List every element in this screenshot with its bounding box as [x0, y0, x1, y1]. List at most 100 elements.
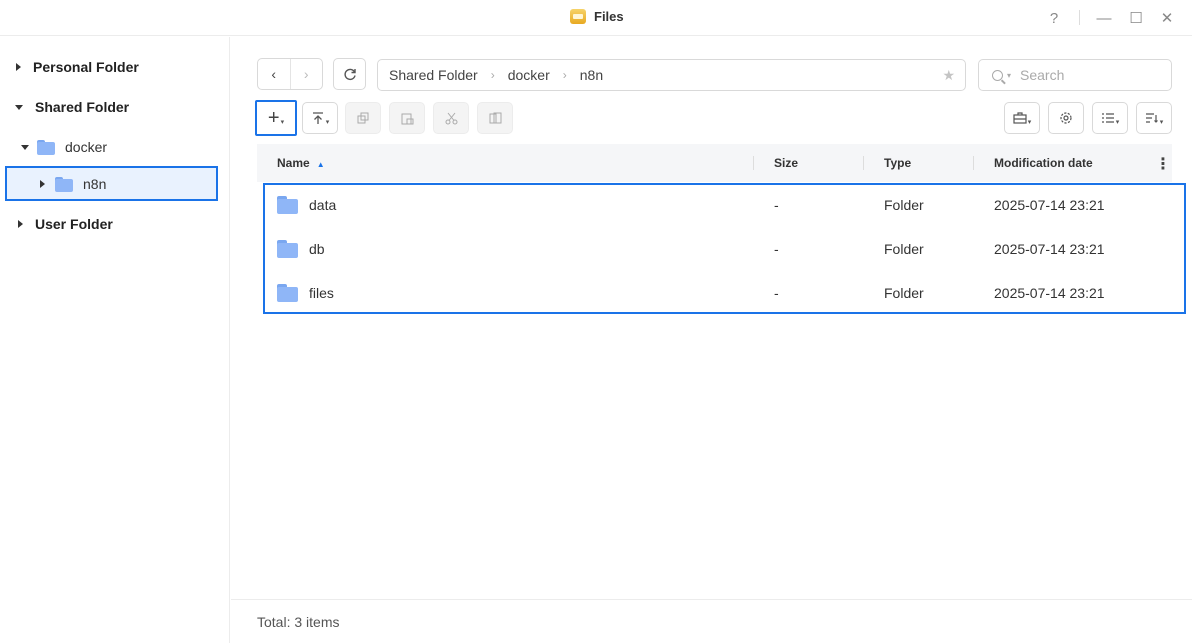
expand-caret-icon[interactable] — [16, 63, 21, 71]
column-modification-date[interactable]: Modification date — [994, 156, 1093, 170]
help-icon: ? — [1049, 9, 1059, 27]
refresh-icon — [343, 68, 356, 81]
table-row[interactable]: files - Folder 2025-07-14 23:21 — [257, 271, 1172, 315]
table-row[interactable]: data - Folder 2025-07-14 23:21 — [257, 183, 1172, 227]
file-type: Folder — [884, 241, 924, 257]
settings-button[interactable] — [1048, 102, 1084, 134]
tree-docker[interactable]: docker — [21, 134, 107, 160]
upload-button[interactable]: ▾ — [302, 102, 338, 134]
file-type: Folder — [884, 197, 924, 213]
nav-buttons: ‹ › — [257, 58, 323, 90]
folder-icon — [277, 284, 298, 302]
selected-tree-item-highlight — [5, 166, 218, 201]
file-date: 2025-07-14 23:21 — [994, 241, 1105, 257]
close-icon: ✕ — [1160, 10, 1174, 27]
search-input[interactable] — [1020, 67, 1161, 83]
sort-ascending-icon: ▲ — [316, 160, 325, 169]
window-title-text: Files — [594, 9, 624, 24]
copy-button[interactable] — [345, 102, 381, 134]
breadcrumb-item[interactable]: Shared Folder — [389, 67, 478, 83]
tree-label: Shared Folder — [35, 99, 130, 115]
file-name-cell: data — [277, 196, 336, 214]
dropdown-caret-icon: ▾ — [325, 119, 330, 126]
gear-icon — [1060, 112, 1072, 124]
tree-user-folder[interactable]: User Folder — [18, 211, 113, 237]
files-app-icon — [570, 9, 586, 24]
collapse-caret-icon[interactable] — [21, 144, 29, 150]
help-button[interactable]: ? — [1044, 8, 1064, 28]
file-name: files — [309, 285, 334, 301]
breadcrumb-item[interactable]: n8n — [580, 67, 603, 83]
minimize-button[interactable]: — — [1094, 8, 1114, 28]
tree-label: User Folder — [35, 216, 113, 232]
sidebar: Personal Folder Shared Folder docker n8n… — [0, 37, 230, 643]
expand-caret-icon[interactable] — [40, 180, 45, 188]
item-count: Total: 3 items — [257, 613, 340, 630]
toolbox-icon — [1013, 112, 1027, 124]
back-button[interactable]: ‹ — [258, 59, 291, 89]
expand-caret-icon[interactable] — [18, 220, 23, 228]
file-name-cell: files — [277, 284, 334, 302]
favorite-star-icon[interactable]: ★ — [942, 67, 955, 84]
file-size: - — [774, 285, 779, 301]
window-title: Files — [570, 9, 624, 24]
search-dropdown-icon[interactable]: ▾ — [1007, 71, 1011, 80]
close-button[interactable]: ✕ — [1157, 8, 1177, 28]
tree-label: docker — [65, 139, 108, 155]
view-mode-button[interactable]: ▾ — [1092, 102, 1128, 134]
maximize-icon: ☐ — [1129, 10, 1143, 27]
plus-icon: + — [267, 106, 280, 129]
file-name: db — [309, 241, 325, 257]
breadcrumb-item[interactable]: docker — [508, 67, 550, 83]
cut-button[interactable] — [433, 102, 469, 134]
tree-shared-folder[interactable]: Shared Folder — [15, 94, 129, 120]
tools-button[interactable]: ▾ — [1004, 102, 1040, 134]
column-name[interactable]: Name ▲ — [277, 156, 325, 170]
chevron-right-icon: › — [562, 68, 567, 82]
column-divider[interactable] — [753, 156, 754, 170]
column-divider[interactable] — [863, 156, 864, 170]
breadcrumb: Shared Folder › docker › n8n ★ — [377, 59, 966, 91]
column-size[interactable]: Size — [774, 156, 798, 170]
paste-icon — [401, 113, 413, 124]
column-divider[interactable] — [973, 156, 974, 170]
folder-icon — [55, 176, 73, 192]
dropdown-caret-icon: ▾ — [1027, 119, 1032, 126]
create-button[interactable]: + ▾ — [258, 102, 294, 134]
refresh-button[interactable] — [333, 58, 366, 90]
upload-icon — [312, 112, 323, 124]
back-icon: ‹ — [271, 66, 277, 82]
cut-icon — [445, 112, 457, 124]
collapse-caret-icon[interactable] — [15, 104, 23, 110]
search-icon — [992, 69, 1003, 81]
dropdown-caret-icon: ▾ — [280, 119, 285, 126]
dropdown-caret-icon: ▾ — [1159, 119, 1164, 126]
column-type[interactable]: Type — [884, 156, 911, 170]
folder-icon — [277, 196, 298, 214]
paste-button[interactable] — [389, 102, 425, 134]
more-options-icon[interactable]: ⋮ — [1155, 154, 1171, 174]
tree-n8n[interactable]: n8n — [40, 171, 106, 197]
maximize-button[interactable]: ☐ — [1126, 8, 1146, 28]
search-box[interactable]: ▾ — [978, 59, 1172, 91]
file-size: - — [774, 197, 779, 213]
column-name-label: Name — [277, 156, 310, 170]
status-bar: Total: 3 items — [231, 599, 1192, 643]
move-icon — [489, 112, 501, 123]
file-size: - — [774, 241, 779, 257]
list-view-icon — [1101, 113, 1114, 123]
forward-button[interactable]: › — [291, 59, 323, 89]
tree-personal-folder[interactable]: Personal Folder — [16, 54, 139, 80]
tree-label: Personal Folder — [33, 59, 139, 75]
table-row[interactable]: db - Folder 2025-07-14 23:21 — [257, 227, 1172, 271]
chevron-right-icon: › — [490, 68, 495, 82]
title-bar: Files ? — ☐ ✕ — [0, 0, 1192, 36]
file-name: data — [309, 197, 337, 213]
file-name-cell: db — [277, 240, 325, 258]
move-button[interactable] — [477, 102, 513, 134]
title-divider — [1079, 10, 1080, 25]
forward-icon: › — [303, 66, 309, 82]
sort-button[interactable]: ▾ — [1136, 102, 1172, 134]
file-type: Folder — [884, 285, 924, 301]
tree-label: n8n — [83, 176, 107, 192]
